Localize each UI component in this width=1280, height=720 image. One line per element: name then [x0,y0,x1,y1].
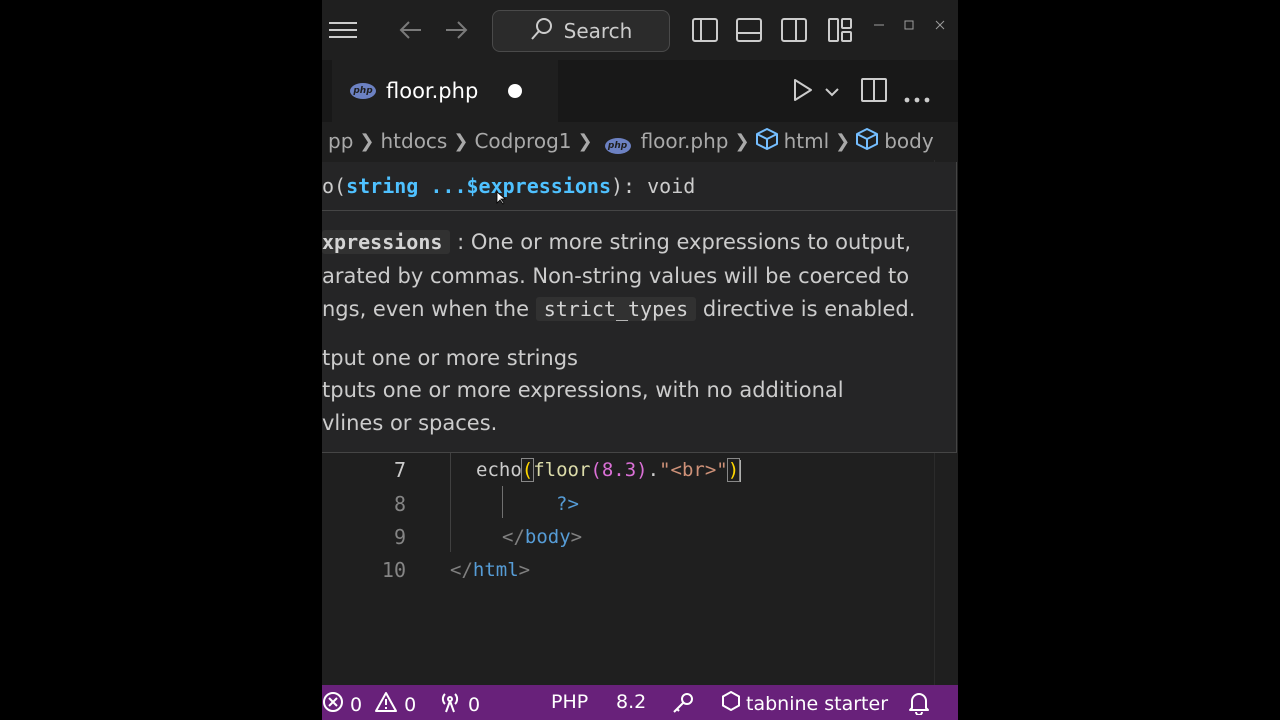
breadcrumb-item-file[interactable]: floor.php [641,129,729,153]
line-number: 10 [381,558,406,582]
code-line-10[interactable]: </html> [450,559,530,581]
tab-label: floor.php [386,79,479,103]
error-count: 0 [350,693,363,716]
hover-tooltip: o(string ...$expressions): void xpressio… [322,162,957,453]
hover-description-line2: vlines or spaces. [322,411,498,435]
warning-count: 0 [404,693,417,716]
hover-description-line1: tputs one or more expressions, with no a… [322,378,844,402]
run-dropdown-chevron-icon[interactable] [824,83,840,102]
breadcrumb-item-app[interactable]: pp [328,129,353,153]
php-file-icon: php [604,129,631,154]
broadcast-icon [438,691,462,718]
customize-layout-icon[interactable] [827,14,853,46]
run-icon[interactable] [792,78,814,106]
hover-param-doc-line3: ngs, even when the strict_types directiv… [322,297,916,321]
breadcrumb-item-body[interactable]: body [884,129,933,153]
split-editor-icon[interactable] [861,78,887,106]
search-box[interactable]: Search [492,10,670,52]
notifications-bell-icon[interactable] [908,691,930,715]
menu-icon[interactable] [328,14,358,46]
toggle-panel-icon[interactable] [736,14,762,46]
indent-guide [450,444,451,552]
chevron-right-icon: ❯ [734,130,750,152]
php-version[interactable]: 8.2 [616,691,646,713]
unsaved-dot-icon[interactable] [508,84,522,98]
text-cursor [739,459,742,482]
language-mode[interactable]: PHP [551,691,588,713]
cube-icon [755,127,778,155]
toggle-primary-sidebar-icon[interactable] [692,14,718,46]
php-file-icon: php [350,83,376,99]
title-bar: Search [322,0,958,60]
key-icon[interactable] [671,691,695,715]
chevron-right-icon: ❯ [453,130,469,152]
breadcrumb-item-codprog1[interactable]: Codprog1 [474,129,571,153]
close-window-icon[interactable] [935,18,945,34]
chevron-right-icon: ❯ [359,130,375,152]
breadcrumb: pp ❯ htdocs ❯ Codprog1 ❯ php floor.php ❯… [322,122,958,160]
line-number: 9 [393,525,406,549]
error-icon [322,691,344,718]
code-line-7[interactable]: echo(floor(8.3)."<br>") [476,458,742,482]
line-number: 7 [393,458,406,482]
breadcrumb-item-html[interactable]: html [784,129,830,153]
tabnine-icon [722,690,740,716]
maximize-icon[interactable] [904,18,914,34]
line-number: 8 [393,492,406,516]
minimize-icon[interactable] [874,18,884,34]
chevron-right-icon: ❯ [835,130,851,152]
indent-guide-active [502,486,503,518]
mouse-pointer-icon [496,190,507,209]
hover-param-doc-line1: xpressions : One or more string expressi… [322,230,912,254]
problems-indicator[interactable]: 0 0 [322,691,416,718]
hover-param-doc-line2: arated by commas. Non-string values will… [322,264,910,288]
more-actions-icon[interactable] [904,88,930,107]
breadcrumb-item-htdocs[interactable]: htdocs [380,129,447,153]
toggle-secondary-sidebar-icon[interactable] [781,14,807,46]
hover-summary: tput one or more strings [322,346,578,370]
cube-icon [856,127,879,155]
hover-signature: o(string ...$expressions): void [322,174,696,198]
code-line-9[interactable]: </body> [502,526,582,548]
ports-indicator[interactable]: 0 [438,691,480,718]
warning-icon [374,691,398,718]
vscode-window: Search php floor.php pp ❯ htdocs ❯ Codpr… [322,0,958,720]
search-label: Search [563,19,633,43]
status-bar: 0 0 0 PHP 8.2 tabnine starter [322,685,958,720]
tab-floor-php[interactable]: php floor.php [332,60,558,122]
forward-arrow-icon[interactable] [443,14,469,46]
back-arrow-icon[interactable] [398,14,424,46]
ports-count: 0 [468,693,481,716]
chevron-right-icon: ❯ [577,130,593,152]
search-icon [530,17,554,46]
tabnine-status[interactable]: tabnine starter [722,690,888,716]
hover-divider [322,210,956,211]
code-line-8[interactable]: ?> [556,493,579,515]
